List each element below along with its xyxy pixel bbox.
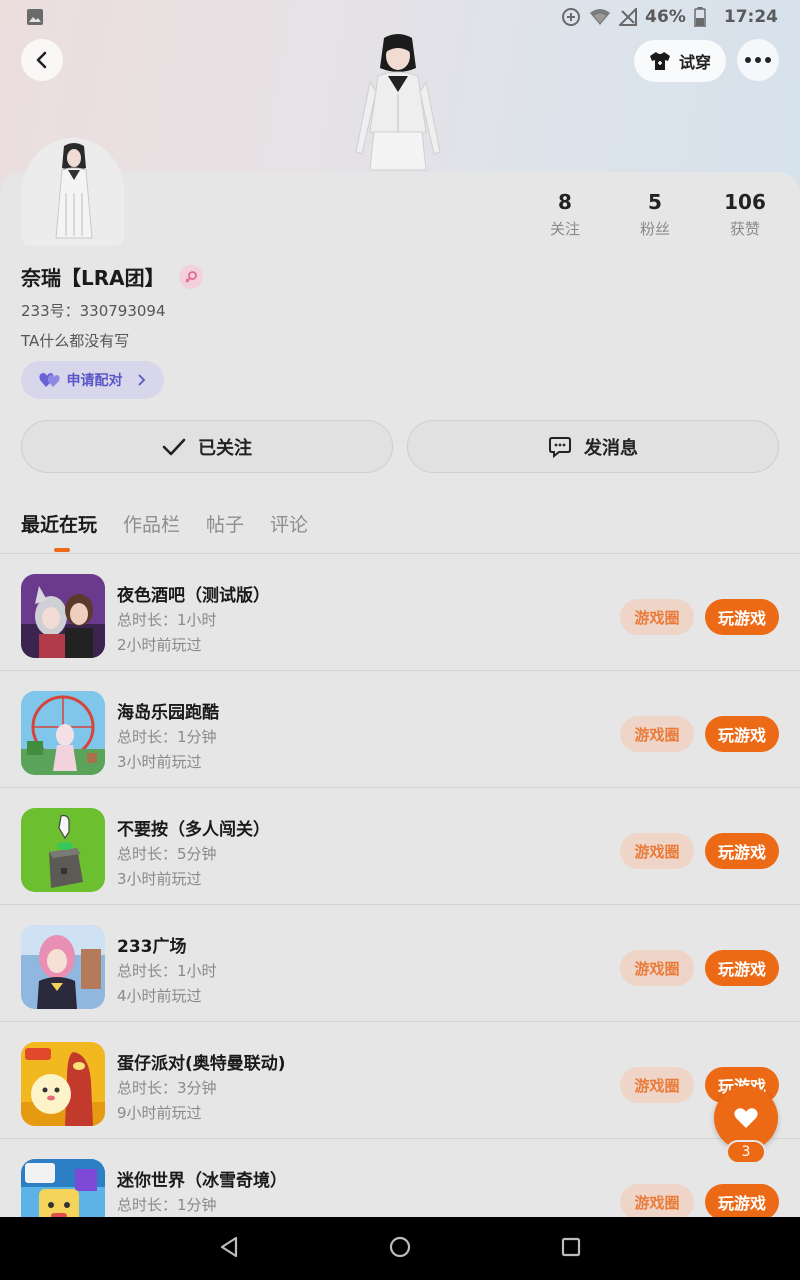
game-duration: 总时长：3分钟 [117,1079,217,1097]
play-game-button[interactable]: 玩游戏 [705,1184,779,1220]
game-circle-button[interactable]: 游戏圈 [620,716,694,752]
tab-comments[interactable]: 评论 [270,510,308,537]
no-signal-icon [619,8,638,26]
avatar-3d-figure [346,32,450,174]
game-duration: 总时长：1小时 [117,962,217,980]
chat-bubble-icon [549,436,571,458]
request-pair-label: 申请配对 [66,373,123,389]
tab-works[interactable]: 作品栏 [123,510,180,537]
more-dots-icon [745,57,771,63]
game-last-played: 9小时前玩过 [117,1104,202,1122]
game-last-played: 2小时前玩过 [117,636,202,654]
profile-tabs: 最近在玩 作品栏 帖子 评论 [21,510,308,537]
profile-stats: 8 关注 5 粉丝 106 获赞 [520,190,790,239]
chevron-right-icon [137,374,145,386]
play-game-button[interactable]: 玩游戏 [705,599,779,635]
battery-percent: 46% [645,7,686,27]
user-name: 奈瑞【LRA团】 [21,266,165,290]
battery-icon [694,7,706,27]
game-circle-button[interactable]: 游戏圈 [620,599,694,635]
more-options-button[interactable] [737,39,779,81]
game-duration: 总时长：5分钟 [117,845,217,863]
nav-back-icon[interactable] [219,1236,239,1262]
stat-fans[interactable]: 5 粉丝 [610,190,700,239]
list-item[interactable]: 夜色酒吧（测试版） 总时长：1小时 2小时前玩过 游戏圈 玩游戏 [0,554,800,671]
game-duration: 总时长：1分钟 [117,1196,217,1214]
followed-button[interactable]: 已关注 [21,420,393,473]
female-gender-icon [178,264,203,289]
check-icon [162,438,186,455]
game-duration: 总时长：1分钟 [117,728,217,746]
back-arrow-icon [36,51,47,69]
followed-label: 已关注 [198,437,252,459]
list-item[interactable]: 蛋仔派对(奥特曼联动) 总时长：3分钟 9小时前玩过 游戏圈 玩游戏 [0,1022,800,1139]
try-on-button[interactable]: 试穿 [634,40,726,82]
heart-icon [734,1108,758,1128]
game-title: 迷你世界（冰雪奇境） [117,1171,287,1191]
stat-label: 获赞 [729,220,760,238]
send-message-button[interactable]: 发消息 [407,420,779,473]
back-button[interactable] [21,39,63,81]
game-icon-eggy-party[interactable] [21,1042,105,1126]
name-row: 奈瑞【LRA团】 [21,262,203,291]
request-pair-button[interactable]: 申请配对 [21,361,164,399]
recent-games-list: 夜色酒吧（测试版） 总时长：1小时 2小时前玩过 游戏圈 玩游戏 海岛乐园跑酷 … [0,554,800,1256]
game-icon-dont-press[interactable] [21,808,105,892]
try-on-label: 试穿 [678,53,711,72]
stat-likes[interactable]: 106 获赞 [700,190,790,239]
avatar[interactable] [22,138,124,246]
system-navigation-bar [0,1217,800,1280]
stat-label: 关注 [549,220,580,238]
list-item[interactable]: 不要按（多人闯关） 总时长：5分钟 3小时前玩过 游戏圈 玩游戏 [0,788,800,905]
game-title: 不要按（多人闯关） [117,820,270,840]
user-bio: TA什么都没有写 [21,332,130,350]
game-last-played: 3小时前玩过 [117,753,202,771]
play-game-button[interactable]: 玩游戏 [705,716,779,752]
double-heart-icon [38,373,60,387]
game-icon-island-parkour[interactable] [21,691,105,775]
user-id: 233号：330793094 [21,302,166,320]
list-item[interactable]: 海岛乐园跑酷 总时长：1分钟 3小时前玩过 游戏圈 玩游戏 [0,671,800,788]
active-tab-indicator [54,548,70,552]
game-icon-233-plaza[interactable] [21,925,105,1009]
send-message-label: 发消息 [584,437,638,459]
play-game-button[interactable]: 玩游戏 [705,833,779,869]
list-item[interactable]: 233广场 总时长：1小时 4小时前玩过 游戏圈 玩游戏 [0,905,800,1022]
game-title: 233广场 [117,937,187,957]
play-game-button[interactable]: 玩游戏 [705,950,779,986]
game-circle-button[interactable]: 游戏圈 [620,833,694,869]
status-bar: 46% 17:24 [0,0,800,34]
clock: 17:24 [723,7,778,27]
game-circle-button[interactable]: 游戏圈 [620,950,694,986]
game-title: 夜色酒吧（测试版） [117,586,270,606]
tab-posts[interactable]: 帖子 [206,510,244,537]
game-duration: 总时长：1小时 [117,611,217,629]
nav-home-icon[interactable] [389,1236,411,1262]
game-title: 蛋仔派对(奥特曼联动) [117,1054,286,1074]
game-last-played: 3小时前玩过 [117,870,202,888]
stat-following[interactable]: 8 关注 [520,190,610,239]
data-saver-icon [561,7,581,27]
tab-recent-played[interactable]: 最近在玩 [21,510,97,537]
stat-number: 8 [558,190,572,214]
game-title: 海岛乐园跑酷 [117,703,219,723]
shirt-icon [649,52,670,70]
image-notification-icon [26,8,44,26]
stat-label: 粉丝 [639,220,670,238]
game-circle-button[interactable]: 游戏圈 [620,1184,694,1220]
stat-number: 5 [648,190,662,214]
like-count-badge: 3 [726,1140,766,1164]
wifi-icon [589,8,611,26]
game-icon-night-bar[interactable] [21,574,105,658]
game-last-played: 4小时前玩过 [117,987,202,1005]
stat-number: 106 [724,190,766,214]
game-circle-button[interactable]: 游戏圈 [620,1067,694,1103]
nav-recents-icon[interactable] [561,1237,581,1261]
